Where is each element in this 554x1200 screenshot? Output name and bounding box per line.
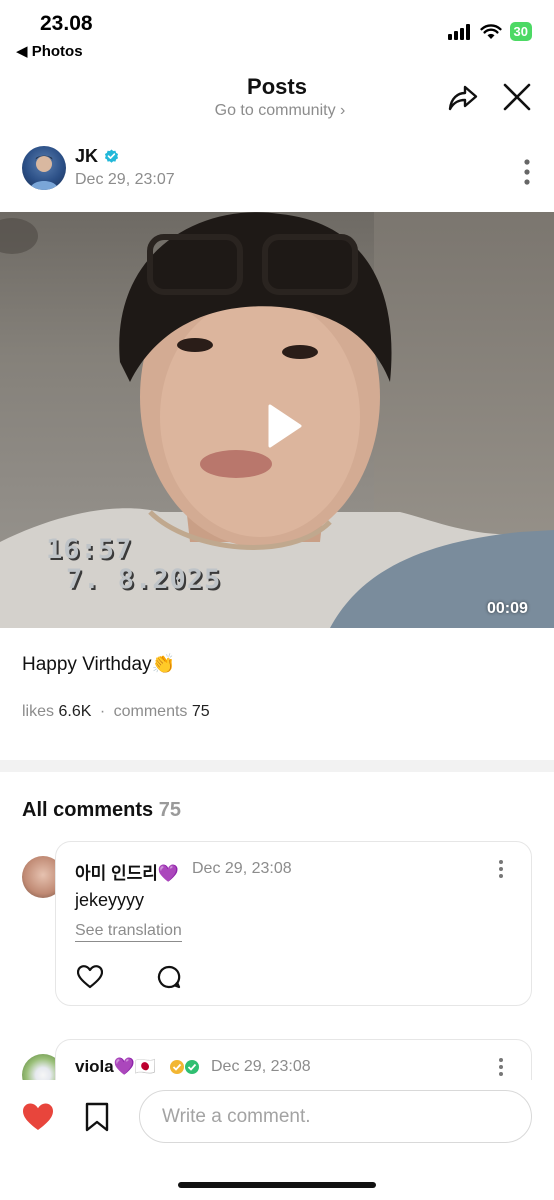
- comments-count[interactable]: 75: [192, 703, 210, 720]
- status-time: 23.08: [40, 12, 93, 35]
- home-indicator[interactable]: [178, 1182, 376, 1188]
- more-options-icon[interactable]: [516, 156, 538, 188]
- post-date: Dec 29, 23:07: [75, 171, 175, 188]
- video-duration: 00:09: [487, 600, 528, 617]
- back-to-photos-link[interactable]: ◀ Photos: [16, 42, 83, 60]
- badge-icons: [170, 1060, 199, 1074]
- like-heart-icon[interactable]: [22, 1102, 54, 1132]
- cellular-signal-icon: [447, 23, 470, 40]
- video-player[interactable]: 16:57 7. 8.2025 00:09: [0, 212, 554, 628]
- commenter-name[interactable]: 아미 인드리💜: [75, 859, 179, 884]
- commenter-name[interactable]: viola💜🇯🇵: [75, 1057, 156, 1077]
- comment-reply-icon[interactable]: [157, 965, 181, 989]
- comment-date: Dec 29, 23:08: [192, 860, 292, 877]
- comment-text: jekeyyyy: [75, 890, 145, 910]
- play-icon[interactable]: [264, 402, 304, 450]
- comment-more-icon[interactable]: [493, 1056, 509, 1078]
- stats-separator: ·: [99, 703, 106, 720]
- comment-card: 아미 인드리💜 Dec 29, 23:08 jekeyyyy See trans…: [55, 841, 532, 1006]
- comment-date: Dec 29, 23:08: [211, 1058, 311, 1075]
- video-timestamp-time: 16:57: [46, 534, 133, 565]
- comments-label: comments: [113, 703, 188, 720]
- see-translation-link[interactable]: See translation: [75, 922, 182, 942]
- status-icons: 30: [447, 22, 532, 41]
- post-stats: likes 6.6K · comments 75: [22, 703, 210, 721]
- wifi-icon: [479, 23, 502, 39]
- comments-heading: All comments 75: [22, 799, 181, 822]
- battery-icon: 30: [509, 22, 532, 41]
- likes-count[interactable]: 6.6K: [58, 703, 91, 720]
- author-avatar[interactable]: [22, 146, 66, 190]
- comment-more-icon[interactable]: [493, 858, 509, 880]
- likes-label: likes: [22, 703, 55, 720]
- bookmark-icon[interactable]: [84, 1102, 110, 1132]
- comment-like-icon[interactable]: [77, 965, 103, 989]
- section-divider: [0, 760, 554, 772]
- post-caption: Happy Virthday👏: [22, 654, 176, 675]
- verified-badge-icon: [104, 149, 119, 163]
- comments-heading-count: 75: [158, 799, 181, 821]
- avatar-image: [30, 155, 58, 190]
- comment-input[interactable]: [139, 1090, 532, 1143]
- author-name[interactable]: JK: [75, 146, 98, 167]
- close-icon[interactable]: [500, 80, 534, 114]
- video-timestamp-date: 7. 8.2025: [66, 564, 222, 595]
- share-icon[interactable]: [446, 80, 480, 114]
- comments-heading-label: All comments: [22, 799, 154, 821]
